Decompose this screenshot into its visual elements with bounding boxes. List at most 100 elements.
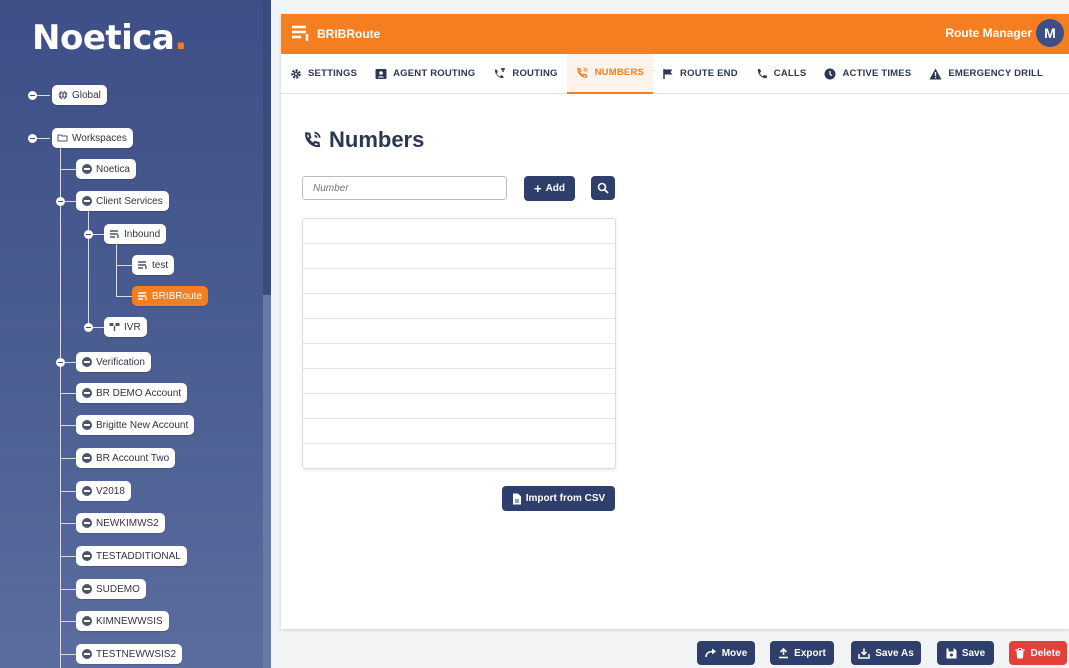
tab-label: EMERGENCY DRILL <box>948 68 1044 79</box>
tree-connector <box>116 240 117 296</box>
tree-node-testadditional[interactable]: TESTADDITIONAL <box>76 546 187 566</box>
tree-connector <box>116 265 132 266</box>
export-button[interactable]: Export <box>770 641 834 665</box>
add-number-button[interactable]: + Add <box>524 176 575 201</box>
noetica-logo: Noetica. <box>32 18 187 58</box>
phone-ringing-icon <box>305 131 321 148</box>
tree-node-ivr[interactable]: IVR <box>104 317 147 337</box>
flag-icon <box>663 68 673 79</box>
table-row[interactable] <box>303 444 615 469</box>
download-tray-icon <box>858 648 870 659</box>
tab-route-end[interactable]: ROUTE END <box>653 54 747 94</box>
tree-node-label: SUDEMO <box>96 583 140 595</box>
save-button[interactable]: Save <box>937 641 994 665</box>
route-name: BRIBRoute <box>317 27 381 41</box>
tree-node-newkimws2[interactable]: NEWKIMWS2 <box>76 513 165 533</box>
phone-forward-icon <box>495 67 506 78</box>
search-icon <box>597 182 609 194</box>
tree-node-label: Global <box>72 89 101 101</box>
table-row[interactable] <box>303 419 615 444</box>
tree-node-inbound[interactable]: Inbound <box>104 224 167 244</box>
tree-node-label: Client Services <box>96 195 163 207</box>
tree-node-brigitte-new-account[interactable]: Brigitte New Account <box>76 415 195 435</box>
tree-node-label: test <box>152 259 169 271</box>
add-button-label: Add <box>545 183 566 194</box>
tree-node-label: BRIBRoute <box>152 290 203 302</box>
collapse-toggle-verification[interactable] <box>56 358 65 367</box>
collapse-toggle-inbound[interactable] <box>84 230 93 239</box>
workspace-icon <box>81 616 92 627</box>
phone-ringing-icon <box>576 66 588 78</box>
table-row[interactable] <box>303 344 615 369</box>
table-row[interactable] <box>303 369 615 394</box>
import-csv-button[interactable]: Import from CSV <box>502 486 615 511</box>
tree-node-kimnewwsis[interactable]: KIMNEWWSIS <box>76 611 169 631</box>
route-list-icon <box>291 24 311 44</box>
warning-triangle-icon <box>929 68 942 79</box>
tree-node-sudemo[interactable]: SUDEMO <box>76 579 146 599</box>
tab-label: CALLS <box>773 68 807 79</box>
tab-routing[interactable]: ROUTING <box>484 54 566 94</box>
workspace-icon <box>81 518 92 529</box>
tab-numbers[interactable]: NUMBERS <box>566 53 654 94</box>
export-label: Export <box>794 647 826 659</box>
tree-node-global[interactable]: Global <box>52 85 107 105</box>
delete-label: Delete <box>1030 647 1061 659</box>
tree-node-br-demo-account[interactable]: BR DEMO Account <box>76 383 188 403</box>
collapse-toggle-ivr[interactable] <box>84 323 93 332</box>
save-as-label: Save As <box>875 647 914 659</box>
tree-node-v2018[interactable]: V2018 <box>76 481 131 501</box>
phone-icon <box>757 68 767 78</box>
tree-node-client-services[interactable]: Client Services <box>76 191 169 211</box>
tree-node-label: Inbound <box>124 228 161 240</box>
workspace-icon <box>81 388 92 399</box>
tab-calls[interactable]: CALLS <box>747 54 816 94</box>
tree-node-label: V2018 <box>96 485 125 497</box>
tab-agent-routing[interactable]: AGENT ROUTING <box>366 54 484 94</box>
sidebar-scroll-thumb[interactable] <box>263 295 271 668</box>
tab-active-times[interactable]: ACTIVE TIMES <box>815 54 920 94</box>
save-as-button[interactable]: Save As <box>851 641 921 665</box>
floppy-disk-icon <box>946 648 957 658</box>
route-manager-panel: BRIBRoute Route Manager M SETTINGS AGENT… <box>281 14 1069 629</box>
workspace-icon <box>81 551 92 562</box>
folder-open-icon <box>57 133 68 144</box>
tab-settings[interactable]: SETTINGS <box>281 54 366 94</box>
table-row[interactable] <box>303 294 615 319</box>
search-button[interactable] <box>591 176 615 200</box>
workspace-tree-sidebar: Noetica. Global Workspaces Noetica Clien… <box>0 0 271 668</box>
tab-emergency-drill[interactable]: EMERGENCY DRILL <box>920 54 1052 94</box>
globe-icon <box>57 90 68 101</box>
tree-connector <box>60 169 76 170</box>
file-csv-icon <box>512 493 521 504</box>
logo-dot: . <box>174 18 187 58</box>
table-row[interactable] <box>303 394 615 419</box>
tree-connector <box>60 425 76 426</box>
table-row[interactable] <box>303 219 615 244</box>
collapse-toggle-workspaces[interactable] <box>28 134 37 143</box>
table-row[interactable] <box>303 319 615 344</box>
tree-node-noetica[interactable]: Noetica <box>76 159 136 179</box>
tree-node-bribroute[interactable]: BRIBRoute <box>132 286 209 306</box>
tree-connector <box>88 208 89 328</box>
tree-connector <box>60 458 76 459</box>
contact-card-icon <box>375 68 387 79</box>
upload-icon <box>779 647 789 658</box>
table-row[interactable] <box>303 269 615 294</box>
tree-node-test[interactable]: test <box>132 255 175 275</box>
tree-node-verification[interactable]: Verification <box>76 352 151 372</box>
tree-node-label: BR Account Two <box>96 452 170 464</box>
tab-label: ROUTE END <box>680 68 738 79</box>
number-input[interactable] <box>302 176 507 200</box>
user-avatar[interactable]: M <box>1036 19 1064 47</box>
tree-node-br-account-two[interactable]: BR Account Two <box>76 448 176 468</box>
table-row[interactable] <box>303 244 615 269</box>
move-button[interactable]: Move <box>697 641 755 665</box>
delete-button[interactable]: Delete <box>1009 641 1067 665</box>
tree-node-testnewwsis2[interactable]: TESTNEWWSIS2 <box>76 644 183 664</box>
workspace-icon <box>81 486 92 497</box>
collapse-toggle-client-services[interactable] <box>56 197 65 206</box>
tree-connector <box>116 296 132 297</box>
collapse-toggle-global[interactable] <box>28 91 37 100</box>
tree-node-workspaces[interactable]: Workspaces <box>52 128 133 148</box>
